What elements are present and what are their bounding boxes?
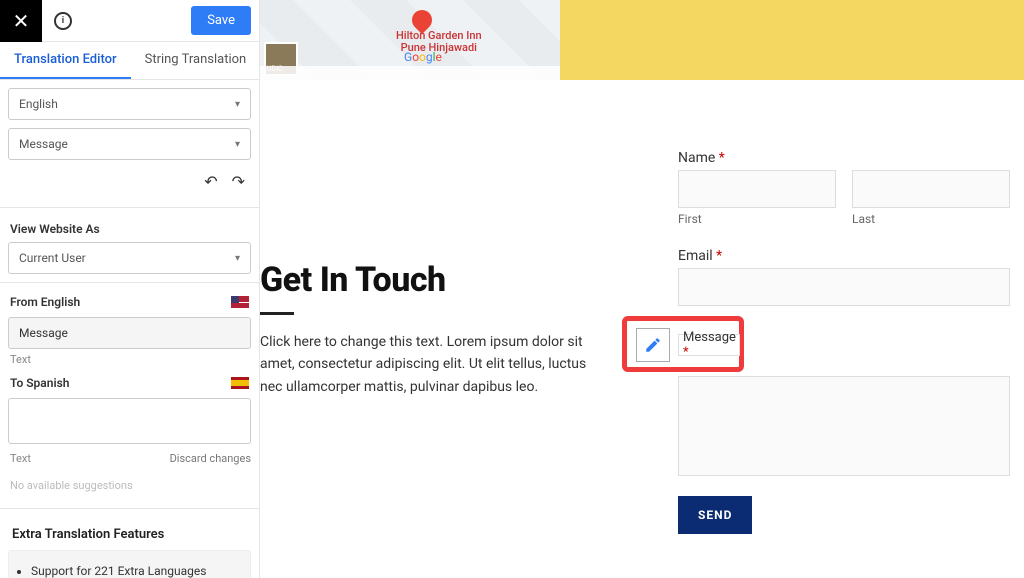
flag-us-icon xyxy=(231,296,249,308)
to-language-row: To Spanish xyxy=(8,370,251,394)
redo-button[interactable]: ↷ xyxy=(232,172,245,191)
source-subtext: Text xyxy=(8,349,251,370)
chevron-down-icon: ▾ xyxy=(235,99,240,110)
from-language-row: From English xyxy=(8,289,251,313)
title-underline xyxy=(260,312,294,315)
google-logo: Google xyxy=(404,50,442,64)
first-sublabel: First xyxy=(678,212,836,226)
email-input[interactable] xyxy=(678,268,1010,306)
language-select-value: English xyxy=(19,97,58,111)
first-name-input[interactable] xyxy=(678,170,836,208)
email-label: Email * xyxy=(678,248,1010,264)
view-as-value: Current User xyxy=(19,251,86,265)
tab-string-translation[interactable]: String Translation xyxy=(131,42,261,79)
chevron-down-icon: ▾ xyxy=(235,139,240,150)
view-as-label: View Website As xyxy=(8,214,251,242)
required-marker: * xyxy=(719,150,725,166)
send-button[interactable]: SEND xyxy=(678,496,752,534)
undo-redo-row: ↶ ↷ xyxy=(8,168,251,201)
language-select[interactable]: English ▾ xyxy=(8,88,251,120)
info-button[interactable]: i xyxy=(42,0,84,42)
last-sublabel: Last xyxy=(852,212,1010,226)
tab-translation-editor[interactable]: Translation Editor xyxy=(0,42,131,79)
features-title: Extra Translation Features xyxy=(8,515,251,550)
feature-item: Support for 221 Extra Languages xyxy=(31,561,236,578)
target-subtext: Text xyxy=(8,448,33,469)
save-button[interactable]: Save xyxy=(191,6,251,35)
no-suggestions-text: No available suggestions xyxy=(8,469,251,502)
panel-toolbar: ✕ i Save xyxy=(0,0,259,42)
get-in-touch-block: Get In Touch Click here to change this t… xyxy=(260,260,600,398)
from-language-label: From English xyxy=(10,295,80,309)
get-in-touch-text[interactable]: Click here to change this text. Lorem ip… xyxy=(260,331,600,398)
required-marker: * xyxy=(683,345,689,360)
last-name-input[interactable] xyxy=(852,170,1010,208)
edit-translation-button[interactable] xyxy=(636,328,670,362)
field-select[interactable]: Message ▾ xyxy=(8,128,251,160)
undo-button[interactable]: ↶ xyxy=(204,172,217,191)
discard-changes-button[interactable]: Discard changes xyxy=(170,452,251,465)
yellow-banner xyxy=(560,0,1024,80)
chevron-down-icon: ▾ xyxy=(235,253,240,264)
pencil-icon xyxy=(644,336,662,354)
close-button[interactable]: ✕ xyxy=(0,0,42,42)
to-language-label: To Spanish xyxy=(10,376,69,390)
target-text-input[interactable] xyxy=(8,398,251,444)
field-select-value: Message xyxy=(19,137,68,151)
get-in-touch-title: Get In Touch xyxy=(260,260,600,300)
flag-es-icon xyxy=(231,377,249,389)
page-preview: Hilton Garden Inn Pune Hinjawadi UDIO Go… xyxy=(260,0,1024,578)
name-label: Name * xyxy=(678,150,1010,166)
source-text-input[interactable] xyxy=(8,317,251,349)
required-marker: * xyxy=(716,248,722,264)
panel-body: English ▾ Message ▾ ↶ ↷ View Website As … xyxy=(0,80,259,578)
close-icon: ✕ xyxy=(13,9,30,33)
message-input[interactable] xyxy=(678,376,1010,476)
message-label-highlighted[interactable]: Message * xyxy=(678,334,740,356)
features-box: Support for 221 Extra Languages Yoast SE… xyxy=(8,550,251,578)
panel-tabs: Translation Editor String Translation xyxy=(0,42,259,80)
info-icon: i xyxy=(54,12,72,30)
view-as-select[interactable]: Current User ▾ xyxy=(8,242,251,274)
translation-panel: ✕ i Save Translation Editor String Trans… xyxy=(0,0,260,578)
